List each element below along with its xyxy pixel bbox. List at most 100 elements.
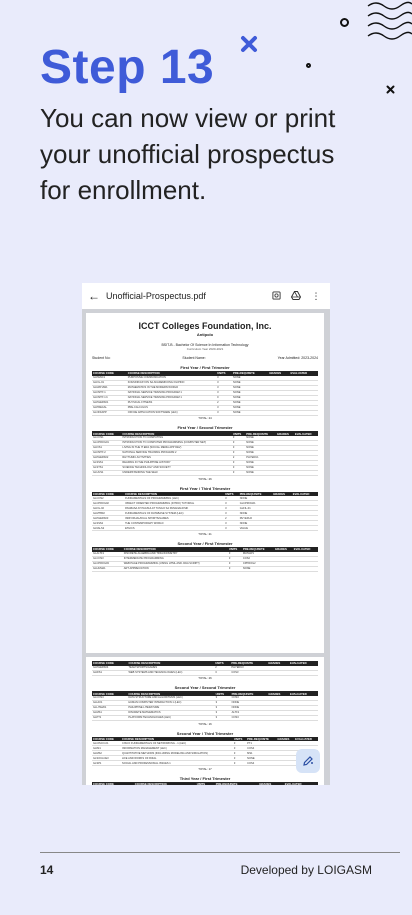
- table-cell: 3: [214, 670, 231, 676]
- semester-heading: Second Year / Second Trimester: [174, 685, 236, 691]
- table-cell: COS3: [230, 670, 268, 676]
- table-row: GLVALS2 ETHICS 3 VALUE: [92, 525, 318, 532]
- course-table: COURSE CODE COURSE DESCRIPTION UNITS PRE-RE…: [92, 491, 318, 532]
- semester-heading: First Year / Second Trimester: [177, 425, 233, 431]
- table-cell: PLATFORM TECHNOLOGIES (LEC): [127, 715, 215, 722]
- edit-pen-icon: [303, 756, 313, 766]
- semester-total: TOTAL: 24: [198, 416, 212, 421]
- step-description: You can now view or print your unofficia…: [40, 103, 336, 205]
- table-cell: NONE: [245, 470, 276, 477]
- table-cell: [291, 525, 318, 532]
- table-cell: 3: [227, 566, 242, 572]
- page-1-course-list: First Year / First Trimester COURSE CODE C…: [92, 365, 318, 572]
- table-cell: NONE: [232, 410, 269, 416]
- cross-decoration-black: [386, 85, 395, 94]
- course-table: COURSE CODE COURSE DESCRIPTION UNITS PRE-RE…: [92, 736, 318, 767]
- document-title: ICCT Colleges Foundation, Inc.: [138, 321, 272, 331]
- table-cell: [289, 715, 318, 722]
- table-cell: GLVALS2: [92, 525, 125, 532]
- course-table: COURSE CODE COURSE DESCRIPTION UNITS PRE-RE…: [92, 661, 318, 676]
- course-table: COURSE CODE COURSE DESCRIPTION UNITS PRE-RE…: [92, 546, 318, 572]
- table-row: GLOFFAPP OFFICE APPLICATION SOFTWARE (LEC…: [92, 410, 318, 416]
- more-vert-icon[interactable]: ⋮: [308, 291, 324, 302]
- column-header: PRE-REQUISITE: [214, 781, 259, 785]
- pdf-viewer-area[interactable]: ICCT Colleges Foundation, Inc. Antipolo …: [82, 309, 330, 785]
- table-cell: 3: [231, 470, 246, 477]
- edit-pen-fab[interactable]: [296, 749, 320, 773]
- table-cell: [289, 410, 318, 416]
- student-no-label: Student No:: [92, 356, 111, 360]
- table-cell: COS3: [230, 715, 268, 722]
- student-info-row: Student No: Student Name: Year Admitted:…: [92, 356, 318, 360]
- table-cell: GLPT1: [92, 715, 128, 722]
- pdf-page-1: ICCT Colleges Foundation, Inc. Antipolo …: [86, 313, 324, 653]
- table-row: GLWS1 WEB SYSTEMS AND TECHNOLOGIES (LEC) 3…: [92, 670, 318, 676]
- table-cell: 3: [216, 410, 232, 416]
- pdf-viewer-screenshot: ← Unofficial-Prospectus.pdf ⋮ ICCT Colle…: [82, 283, 330, 785]
- semester-total: TOTAL: 17: [198, 766, 212, 771]
- table-cell: COS4: [246, 760, 277, 767]
- pdf-file-name: Unofficial-Prospectus.pdf: [106, 291, 206, 301]
- table-cell: OFFICE APPLICATION SOFTWARE (LEC): [126, 410, 217, 416]
- table-cell: [273, 566, 293, 572]
- pdf-app-bar: ← Unofficial-Prospectus.pdf ⋮: [82, 283, 330, 309]
- semester-heading: First Year / Third Trimester: [179, 485, 231, 491]
- circle-decoration-small: [306, 63, 311, 68]
- semester-total: TOTAL: 16: [198, 721, 212, 726]
- course-table: COURSE CODE COURSE DESCRIPTION UNITS PRE-RE…: [92, 371, 318, 416]
- column-header: EVALUATED: [283, 781, 318, 785]
- footer-credit: Developed by LOIGASM: [240, 863, 372, 877]
- table-cell: ETHICS: [124, 525, 225, 532]
- table-cell: 3: [214, 715, 231, 722]
- year-admitted: Year Admitted: 2023-2024: [277, 356, 318, 360]
- step-title: Step 13: [40, 41, 215, 94]
- pdf-page-2: COURSE CODE COURSE DESCRIPTION UNITS PRE-RE…: [86, 657, 324, 785]
- table-cell: [293, 470, 318, 477]
- course-table: COURSE CODE COURSE DESCRIPTION UNITS PRE-RE…: [92, 431, 318, 477]
- back-arrow-icon[interactable]: ←: [88, 289, 102, 303]
- table-cell: [288, 670, 318, 676]
- table-cell: [268, 410, 290, 416]
- table-cell: GLUUS1: [92, 470, 122, 477]
- table-cell: [272, 525, 292, 532]
- document-curriculum: Curriculum Year 2020-2021: [186, 347, 224, 351]
- column-header: GRADES: [258, 781, 284, 785]
- semester-heading: Third Year / First Trimester: [179, 775, 231, 781]
- table-row: GLHUMA1 ART APPRECIATION 3 NONE: [92, 566, 318, 572]
- page-2-course-list: COURSE CODE COURSE DESCRIPTION UNITS PRE-RE…: [92, 661, 318, 785]
- table-cell: GLSP1: [92, 760, 122, 767]
- page-number: 14: [40, 863, 54, 877]
- circle-decoration: [340, 18, 349, 27]
- table-row: GLPT1 PLATFORM TECHNOLOGIES (LEC) 3 COS3: [92, 715, 318, 722]
- semester-heading: Second Year / Third Trimester: [176, 730, 234, 736]
- table-cell: 3: [224, 525, 239, 532]
- semester-total: TOTAL: 21: [198, 531, 212, 536]
- semester-heading: Second Year / First Trimester: [177, 540, 233, 546]
- table-cell: [292, 566, 318, 572]
- table-cell: SOCIAL AND PROFESSIONAL ISSUES 1: [121, 760, 233, 767]
- document-campus: Antipolo: [196, 332, 214, 337]
- drive-icon[interactable]: [288, 290, 304, 302]
- squiggle-lines-decoration: [367, 1, 412, 40]
- cross-decoration-blue: [241, 36, 257, 52]
- column-header: COURSE CODE: [92, 781, 134, 785]
- semester-total: TOTAL: 26: [198, 676, 212, 681]
- table-cell: WEB SYSTEMS AND TECHNOLOGIES (LEC): [127, 670, 215, 676]
- search-icon[interactable]: [268, 290, 284, 302]
- course-table: COURSE CODE COURSE DESCRIPTION UNITS PRE-RE…: [92, 691, 318, 722]
- semester-total: TOTAL: 26: [198, 476, 212, 481]
- table-cell: [267, 715, 290, 722]
- table-row: GLUUS1 UNDERSTANDING THE SELF 3 NONE: [92, 470, 318, 477]
- table-cell: UNDERSTANDING THE SELF: [121, 470, 232, 477]
- table-cell: [275, 470, 294, 477]
- footer-divider: [40, 852, 400, 853]
- table-cell: 3: [232, 760, 247, 767]
- semester-heading: First Year / First Trimester: [180, 365, 230, 370]
- table-cell: [276, 760, 295, 767]
- table-cell: GLWS1: [92, 670, 128, 676]
- table-cell: [267, 670, 289, 676]
- table-cell: GLOFFAPP: [92, 410, 127, 416]
- student-name-label: Student Name:: [182, 356, 206, 360]
- table-cell: NONE: [241, 566, 274, 572]
- course-table: COURSE CODE COURSE DESCRIPTION UNITS PRE-RE…: [92, 781, 318, 785]
